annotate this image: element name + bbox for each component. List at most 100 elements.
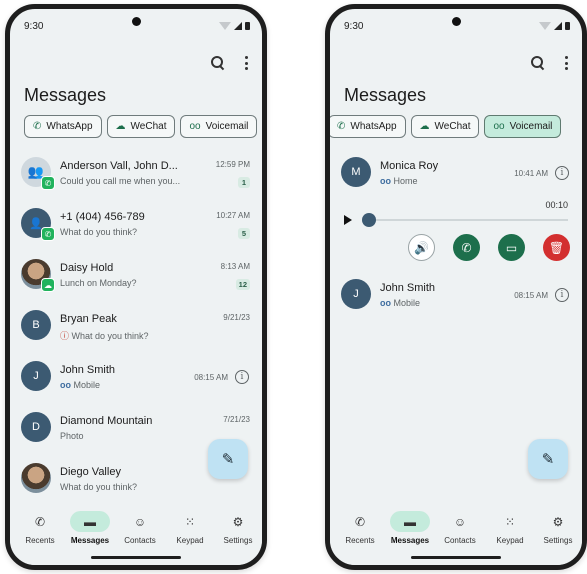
contact-name: John Smith	[60, 364, 116, 376]
nav-label: Messages	[70, 536, 110, 545]
nav-keypad[interactable]: ⁙ Keypad	[165, 511, 215, 546]
status-bar: 9:30	[330, 9, 582, 39]
play-icon[interactable]	[344, 215, 352, 225]
page-title: Messages	[24, 85, 107, 105]
chat-icon: ▭	[505, 240, 518, 255]
chip-whatsapp[interactable]: ✆ WhatsApp	[330, 115, 406, 138]
phone-icon: ✆	[461, 240, 472, 255]
nav-settings[interactable]: ⚙ Settings	[533, 511, 582, 546]
search-icon[interactable]	[530, 55, 546, 71]
chip-voicemail[interactable]: oo Voicemail	[180, 115, 258, 138]
chip-whatsapp[interactable]: ✆ WhatsApp	[24, 115, 102, 138]
compose-button[interactable]: ✎	[208, 439, 248, 479]
nav-contacts[interactable]: ☺ Contacts	[435, 511, 485, 546]
unread-count-badge: 5	[238, 228, 250, 239]
chip-wechat[interactable]: ☁ WeChat	[410, 115, 480, 138]
conversation-row[interactable]: 👥 ✆ Anderson Vall, John D... Could you c…	[10, 149, 262, 200]
nav-label: Keypad	[176, 536, 204, 545]
signal-icon	[234, 22, 242, 30]
trash-icon: 🗑	[548, 240, 565, 255]
chip-voicemail[interactable]: oo Voicemail	[484, 115, 562, 138]
page-title: Messages	[344, 85, 427, 105]
voicemail-icon: oo	[189, 121, 201, 132]
call-button[interactable]: ✆	[453, 234, 480, 261]
phone-left: 9:30 Messages ✆ WhatsApp ☁ WeChat oo Voicemai…	[5, 4, 267, 570]
nav-label: Settings	[543, 536, 573, 545]
progress-track[interactable]	[364, 219, 568, 221]
voicemail-row[interactable]: J John Smith oo Mobile 08:15 AM i	[330, 271, 582, 322]
search-icon[interactable]	[210, 55, 226, 71]
message-button[interactable]: ▭	[498, 234, 525, 261]
status-time: 9:30	[24, 21, 44, 32]
conversation-row[interactable]: J John Smith oo Mobile 08:15 AM i	[10, 353, 262, 404]
chat-icon: ▬	[390, 511, 430, 532]
chip-wechat[interactable]: ☁ WeChat	[106, 115, 176, 138]
conversation-row[interactable]: 👤 ✆ +1 (404) 456-789 What do you think? …	[10, 200, 262, 251]
camera-notch	[132, 17, 141, 26]
nav-recents[interactable]: ✆ Recents	[15, 511, 65, 546]
contacts-icon: ☺	[133, 514, 147, 529]
voicemail-icon: oo	[380, 176, 394, 186]
message-time: 12:59 PM	[215, 160, 250, 169]
photo-avatar	[21, 463, 51, 493]
nav-keypad[interactable]: ⁙ Keypad	[485, 511, 535, 546]
whatsapp-badge-icon: ✆	[41, 227, 55, 241]
speaker-button[interactable]: 🔊	[408, 234, 435, 261]
unread-count-badge: 1	[238, 177, 250, 188]
letter-avatar: J	[341, 279, 371, 309]
contact-name: Monica Roy	[380, 160, 439, 172]
more-options-icon[interactable]	[564, 56, 568, 70]
nav-contacts[interactable]: ☺ Contacts	[115, 511, 165, 546]
nav-recents[interactable]: ✆ Recents	[335, 511, 385, 546]
message-time: 7/21/23	[223, 415, 250, 424]
unread-count-badge: 12	[235, 279, 250, 290]
voicemail-expanded-item[interactable]: M Monica Roy oo Home 10:41 AM i 00:10 🔊 …	[330, 151, 582, 269]
bottom-navigation: ✆ Recents ▬ Messages ☺ Contacts ⁙ Keypad ⚙ Se…	[10, 503, 262, 565]
conversation-row[interactable]: B Bryan Peak ⓘ What do you think? 9/21/2…	[10, 302, 262, 353]
contact-name: Anderson Vall, John D...	[60, 160, 178, 172]
message-time: 8:13 AM	[220, 262, 250, 271]
voicemail-icon: oo	[380, 298, 394, 308]
filter-chips: ✆ WhatsApp ☁ WeChat oo Voicemail	[24, 115, 262, 139]
compose-button[interactable]: ✎	[528, 439, 568, 479]
info-icon[interactable]: i	[235, 370, 249, 384]
top-actions	[210, 55, 248, 71]
settings-icon: ⚙	[232, 514, 244, 529]
delete-button[interactable]: 🗑	[543, 234, 570, 261]
keypad-icon: ⁙	[184, 514, 196, 529]
wechat-icon: ☁	[115, 121, 126, 132]
status-bar: 9:30	[10, 9, 262, 39]
contact-name: John Smith	[380, 282, 436, 294]
wechat-badge-icon: ☁	[41, 278, 55, 292]
messages-screen: 9:30 Messages ✆ WhatsApp ☁ WeChat oo Voicemai…	[10, 9, 262, 565]
conversation-row[interactable]: ☁ Daisy Hold Lunch on Monday? 8:13 AM 12	[10, 251, 262, 302]
message-preview: oo Mobile	[60, 380, 200, 390]
info-icon[interactable]: i	[555, 288, 569, 302]
preview-text: Mobile	[73, 380, 101, 390]
contact-name: Diamond Mountain	[60, 415, 153, 427]
pencil-icon: ✎	[221, 451, 235, 468]
chip-label: WeChat	[434, 121, 471, 132]
more-options-icon[interactable]	[244, 56, 248, 70]
top-actions	[530, 55, 568, 71]
nav-messages[interactable]: ▬ Messages	[385, 511, 435, 545]
home-indicator[interactable]	[91, 556, 181, 559]
progress-knob[interactable]	[362, 213, 376, 227]
nav-label: Contacts	[124, 536, 156, 545]
bottom-navigation: ✆ Recents ▬ Messages ☺ Contacts ⁙ Keypad ⚙ Se…	[330, 503, 582, 565]
nav-settings[interactable]: ⚙ Settings	[213, 511, 262, 546]
chip-label: WhatsApp	[46, 121, 93, 132]
keypad-icon: ⁙	[504, 514, 516, 529]
chip-label: Voicemail	[205, 121, 249, 132]
letter-avatar: D	[21, 412, 51, 442]
message-preview: What do you think?	[60, 482, 138, 492]
nav-label: Contacts	[444, 536, 476, 545]
voicemail-icon: oo	[493, 121, 505, 132]
wifi-icon	[219, 22, 231, 30]
home-indicator[interactable]	[411, 556, 501, 559]
preview-text: What do you think?	[71, 331, 149, 341]
nav-messages[interactable]: ▬ Messages	[65, 511, 115, 545]
system-icons	[219, 22, 250, 30]
info-icon[interactable]: i	[555, 166, 569, 180]
settings-icon: ⚙	[552, 514, 564, 529]
